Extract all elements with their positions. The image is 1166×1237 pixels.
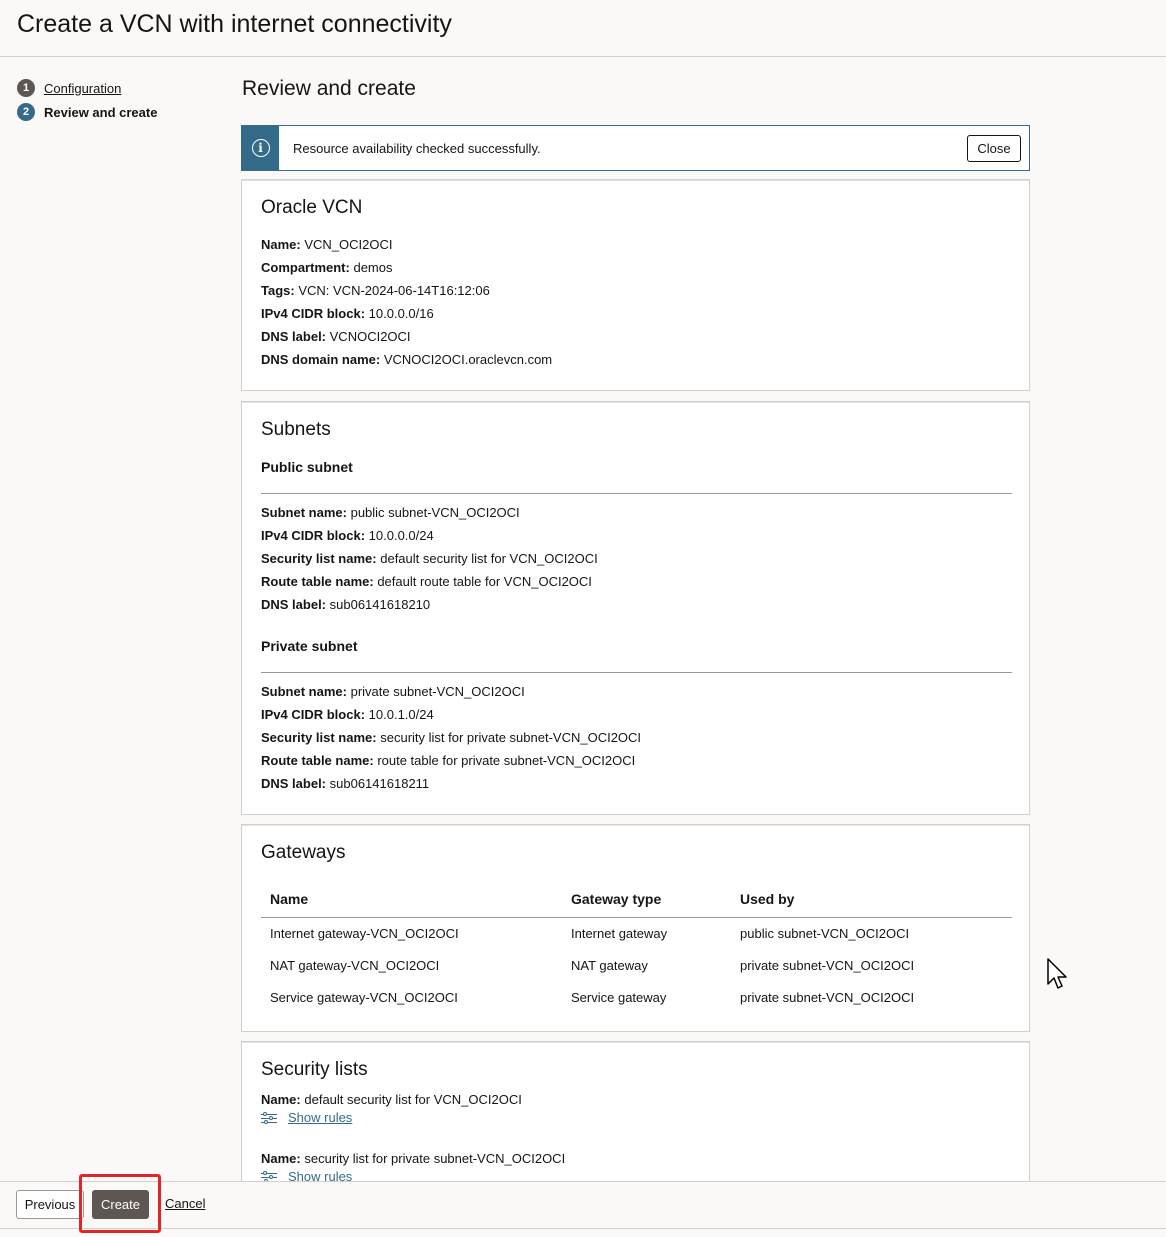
table-header-row: Name Gateway type Used by	[261, 881, 1012, 918]
banner-message: Resource availability checked successful…	[293, 140, 541, 156]
divider	[261, 493, 1012, 494]
wizard-footer: Previous Create Cancel	[0, 1181, 1166, 1229]
detail-row: Route table name: default route table fo…	[261, 574, 592, 589]
table-cell: NAT gateway-VCN_OCI2OCI	[270, 957, 440, 973]
table-cell: NAT gateway	[571, 957, 648, 973]
detail-row: DNS label: VCNOCI2OCI	[261, 329, 411, 344]
column-header: Used by	[731, 881, 1012, 918]
show-rules-label: Show rules	[288, 1110, 353, 1125]
panel-title: Subnets	[261, 419, 331, 440]
panel-title: Security lists	[261, 1059, 368, 1080]
private-subnet-heading: Private subnet	[261, 638, 358, 654]
table-cell: Internet gateway-VCN_OCI2OCI	[270, 925, 459, 941]
sliders-icon	[261, 1171, 277, 1181]
cancel-link[interactable]: Cancel	[165, 1196, 205, 1211]
public-subnet-heading: Public subnet	[261, 459, 353, 475]
detail-row: Name: default security list for VCN_OCI2…	[261, 1092, 522, 1107]
detail-row: IPv4 CIDR block: 10.0.1.0/24	[261, 707, 434, 722]
step-configuration[interactable]: 1 Configuration	[17, 76, 217, 100]
detail-row: Tags: VCN: VCN-2024-06-14T16:12:06	[261, 283, 490, 298]
wizard-steps: 1 Configuration 2 Review and create	[17, 76, 217, 124]
table-cell: Internet gateway	[571, 925, 668, 941]
table-cell: public subnet-VCN_OCI2OCI	[740, 925, 910, 941]
mouse-pointer-icon	[1047, 958, 1067, 989]
table-cell: private subnet-VCN_OCI2OCI	[740, 989, 915, 1005]
table-cell: Service gateway-VCN_OCI2OCI	[270, 989, 458, 1005]
highlight-box	[79, 1174, 161, 1233]
detail-row: Subnet name: public subnet-VCN_OCI2OCI	[261, 505, 520, 520]
detail-row: DNS domain name: VCNOCI2OCI.oraclevcn.co…	[261, 352, 553, 367]
table-cell: Service gateway	[571, 989, 667, 1005]
table-row: NAT gateway-VCN_OCI2OCI NAT gateway priv…	[261, 949, 1012, 981]
page-title: Create a VCN with internet connectivity	[17, 10, 452, 38]
panel-title: Gateways	[261, 842, 346, 863]
show-rules-link[interactable]: Show rules	[261, 1109, 522, 1127]
table-row: Service gateway-VCN_OCI2OCI Service gate…	[261, 981, 1012, 1013]
show-rules-link[interactable]: Show rules	[261, 1168, 565, 1181]
previous-button[interactable]: Previous	[16, 1190, 84, 1219]
info-icon: i	[242, 126, 279, 170]
info-banner: i Resource availability checked successf…	[241, 125, 1030, 171]
section-title: Review and create	[242, 77, 416, 100]
detail-row: Name: security list for private subnet-V…	[261, 1151, 566, 1166]
subnets-panel: Subnets Public subnet Subnet name: publi…	[241, 401, 1030, 815]
detail-row: Security list name: security list for pr…	[261, 730, 642, 745]
page-header: Create a VCN with internet connectivity	[0, 0, 1166, 57]
panel-title: Oracle VCN	[261, 197, 363, 218]
detail-row: Subnet name: private subnet-VCN_OCI2OCI	[261, 684, 525, 699]
vcn-panel: Oracle VCN Name: VCN_OCI2OCI Compartment…	[241, 179, 1030, 391]
detail-row: Name: VCN_OCI2OCI	[261, 237, 393, 252]
table-cell: private subnet-VCN_OCI2OCI	[740, 957, 915, 973]
detail-row: IPv4 CIDR block: 10.0.0.0/16	[261, 306, 434, 321]
column-header: Gateway type	[562, 881, 731, 918]
close-button[interactable]: Close	[967, 135, 1021, 162]
security-lists-panel: Security lists Name: default security li…	[241, 1041, 1030, 1181]
detail-row: Route table name: route table for privat…	[261, 753, 636, 768]
step-number: 1	[17, 79, 35, 97]
sliders-icon	[261, 1112, 277, 1124]
security-list-item: Name: default security list for VCN_OCI2…	[261, 1091, 522, 1127]
gateways-panel: Gateways Name Gateway type Used by Inter…	[241, 824, 1030, 1032]
private-subnet-details: Subnet name: private subnet-VCN_OCI2OCI …	[261, 680, 641, 795]
step-number: 2	[17, 103, 35, 121]
public-subnet-details: Subnet name: public subnet-VCN_OCI2OCI I…	[261, 501, 598, 616]
detail-row: Security list name: default security lis…	[261, 551, 598, 566]
detail-row: Compartment: demos	[261, 260, 393, 275]
table-row: Internet gateway-VCN_OCI2OCI Internet ga…	[261, 917, 1012, 949]
vcn-details: Name: VCN_OCI2OCI Compartment: demos Tag…	[261, 233, 552, 371]
main-content[interactable]: Review and create i Resource availabilit…	[241, 57, 1031, 1181]
detail-row: DNS label: sub06141618211	[261, 776, 430, 791]
detail-row: IPv4 CIDR block: 10.0.0.0/24	[261, 528, 434, 543]
column-header: Name	[261, 881, 562, 918]
step-label-current: Review and create	[44, 104, 158, 120]
show-rules-label: Show rules	[288, 1169, 353, 1181]
step-link-configuration[interactable]: Configuration	[44, 81, 121, 96]
security-list-item: Name: security list for private subnet-V…	[261, 1150, 565, 1181]
detail-row: DNS label: sub06141618210	[261, 597, 431, 612]
gateways-table: Name Gateway type Used by Internet gatew…	[261, 881, 1012, 1013]
divider	[261, 672, 1012, 673]
step-review-and-create: 2 Review and create	[17, 100, 217, 124]
